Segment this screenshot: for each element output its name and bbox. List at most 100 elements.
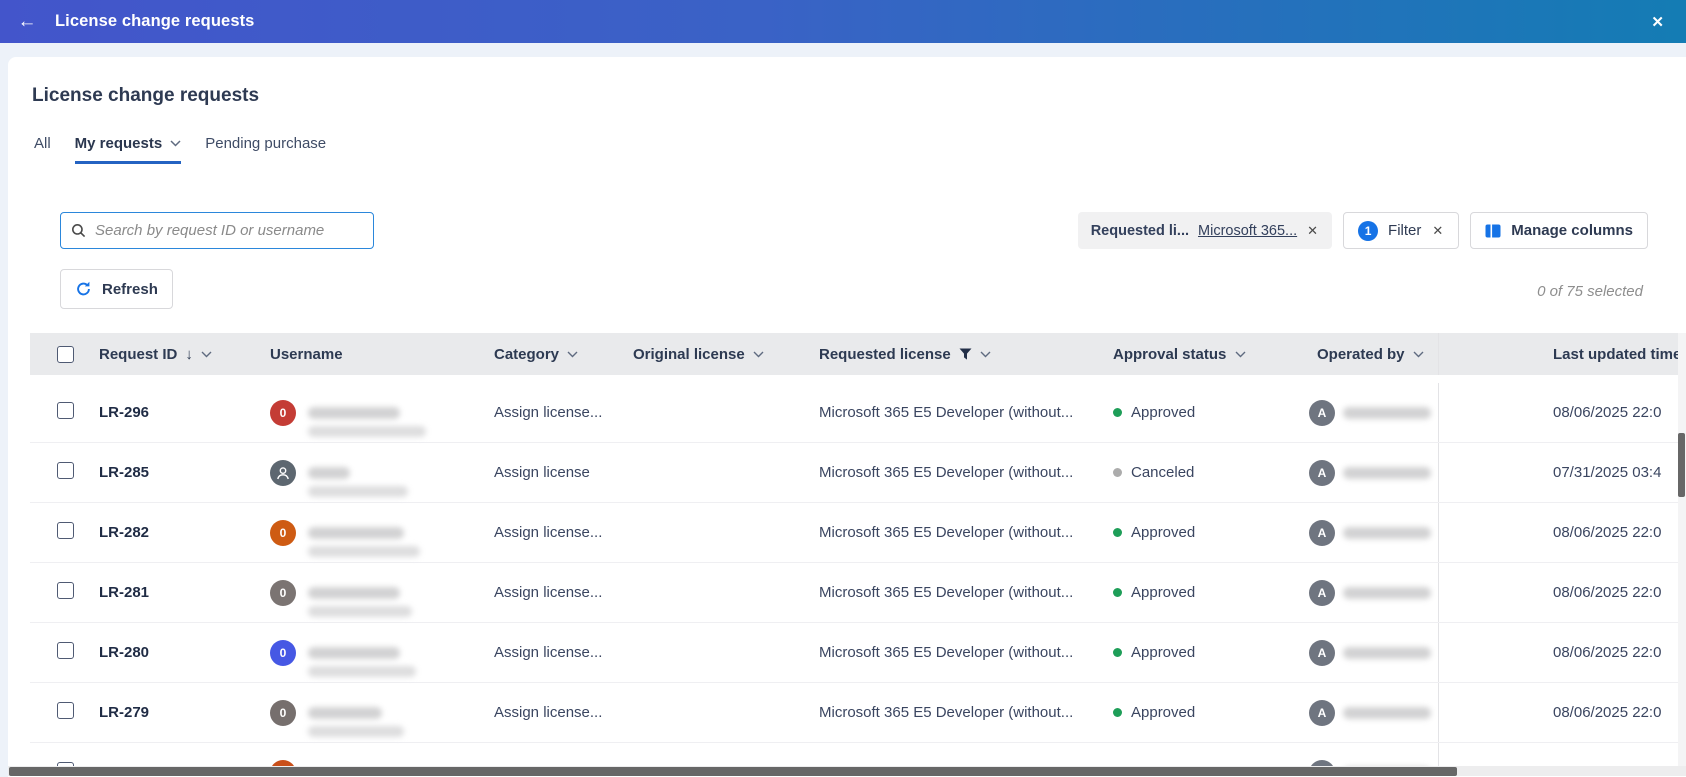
chevron-down-icon[interactable] xyxy=(201,351,212,358)
column-header-requested-license[interactable]: Requested license xyxy=(812,346,1105,363)
request-id-link[interactable]: LR-281 xyxy=(99,584,149,601)
chevron-down-icon[interactable] xyxy=(567,351,578,358)
username-cell: 0 xyxy=(248,638,484,668)
tab-bar: All My requests Pending purchase xyxy=(34,135,326,164)
request-id-link[interactable]: LR-280 xyxy=(99,644,149,661)
redacted-operator xyxy=(1343,647,1431,659)
row-checkbox[interactable] xyxy=(57,462,74,479)
tab-pending-purchase[interactable]: Pending purchase xyxy=(205,135,326,164)
clear-filters-icon[interactable]: ✕ xyxy=(1431,223,1444,239)
table-row[interactable]: LR-280 0 Assign license... Microsoft 365… xyxy=(30,623,1686,683)
redacted-operator xyxy=(1343,467,1431,479)
category-cell: Assign license... xyxy=(484,404,624,421)
redacted-username xyxy=(308,647,416,677)
operated-by-cell: A xyxy=(1307,700,1438,726)
chevron-down-icon[interactable] xyxy=(753,351,764,358)
user-avatar: 0 xyxy=(270,520,296,546)
requested-license-cell: Microsoft 365 E5 Developer (without... xyxy=(812,644,1105,661)
vertical-scrollbar-track xyxy=(1678,333,1686,766)
column-header-request-id[interactable]: Request ID ↓ xyxy=(88,346,248,363)
user-avatar: 0 xyxy=(270,580,296,606)
status-label: Approved xyxy=(1131,644,1195,661)
last-updated-cell: 08/06/2025 22:0 xyxy=(1438,563,1686,622)
user-avatar xyxy=(270,460,296,486)
approval-status-cell: Approved xyxy=(1105,404,1307,421)
approval-status-cell: Approved xyxy=(1105,584,1307,601)
request-id-link[interactable]: LR-296 xyxy=(99,404,149,421)
redacted-operator xyxy=(1343,707,1431,719)
table-row[interactable]: LR-296 0 Assign license... Microsoft 365… xyxy=(30,383,1686,443)
table-row[interactable]: LR-282 0 Assign license... Microsoft 365… xyxy=(30,503,1686,563)
chevron-down-icon[interactable] xyxy=(1413,351,1424,358)
redacted-operator xyxy=(1343,587,1431,599)
column-header-category[interactable]: Category xyxy=(484,346,624,363)
window-title: License change requests xyxy=(55,12,254,31)
filter-button-label: Filter xyxy=(1388,222,1421,239)
category-cell: Assign license... xyxy=(484,644,624,661)
chevron-down-icon[interactable] xyxy=(980,351,991,358)
close-icon[interactable]: ✕ xyxy=(1651,13,1664,31)
redacted-username xyxy=(308,707,404,737)
row-checkbox[interactable] xyxy=(57,702,74,719)
request-id-link[interactable]: LR-285 xyxy=(99,464,149,481)
category-cell: Assign license... xyxy=(484,524,624,541)
user-avatar: 0 xyxy=(270,640,296,666)
back-icon[interactable]: ← xyxy=(12,7,42,37)
approval-status-cell: Approved xyxy=(1105,524,1307,541)
filter-chip-label: Requested li... xyxy=(1091,223,1189,239)
status-label: Canceled xyxy=(1131,464,1194,481)
username-cell: 0 xyxy=(248,518,484,548)
select-all-checkbox[interactable] xyxy=(57,346,74,363)
table-row[interactable]: LR-278 0 Assign license... Microsoft 365… xyxy=(30,743,1686,766)
request-id-link[interactable]: LR-279 xyxy=(99,704,149,721)
refresh-icon xyxy=(75,281,92,297)
status-label: Approved xyxy=(1131,704,1195,721)
search-input[interactable] xyxy=(95,222,363,239)
requested-license-cell: Microsoft 365 E5 Developer (without... xyxy=(812,464,1105,481)
column-header-operated-by[interactable]: Operated by xyxy=(1307,346,1438,363)
redacted-username xyxy=(308,407,426,437)
operator-avatar: A xyxy=(1309,640,1335,666)
column-header-approval-status[interactable]: Approval status xyxy=(1105,346,1307,363)
sort-descending-icon: ↓ xyxy=(185,346,193,363)
username-cell: 0 xyxy=(248,578,484,608)
requested-license-cell: Microsoft 365 E5 Developer (without... xyxy=(812,404,1105,421)
column-header-original-license[interactable]: Original license xyxy=(624,346,812,363)
operator-avatar: A xyxy=(1309,460,1335,486)
status-label: Approved xyxy=(1131,584,1195,601)
horizontal-scrollbar[interactable] xyxy=(9,767,1457,776)
chevron-down-icon[interactable] xyxy=(1235,351,1246,358)
remove-filter-icon[interactable]: ✕ xyxy=(1306,223,1319,239)
redacted-username xyxy=(308,587,412,617)
operated-by-cell: A xyxy=(1307,520,1438,546)
manage-columns-button[interactable]: Manage columns xyxy=(1470,212,1648,249)
request-id-link[interactable]: LR-282 xyxy=(99,524,149,541)
operator-avatar: A xyxy=(1309,580,1335,606)
last-updated-cell: 08/06/2025 22:0 xyxy=(1438,503,1686,562)
row-checkbox[interactable] xyxy=(57,642,74,659)
refresh-button[interactable]: Refresh xyxy=(60,269,173,309)
row-checkbox[interactable] xyxy=(57,582,74,599)
tab-all[interactable]: All xyxy=(34,135,51,164)
table-row[interactable]: LR-279 0 Assign license... Microsoft 365… xyxy=(30,683,1686,743)
status-dot xyxy=(1113,468,1122,477)
category-cell: Assign license xyxy=(484,464,624,481)
status-label: Approved xyxy=(1131,404,1195,421)
column-header-last-updated[interactable]: Last updated time xyxy=(1438,333,1686,375)
requested-license-cell: Microsoft 365 E5 Developer (without... xyxy=(812,584,1105,601)
tab-my-requests[interactable]: My requests xyxy=(75,135,182,164)
filter-button[interactable]: 1 Filter ✕ xyxy=(1343,212,1459,249)
operator-avatar: A xyxy=(1309,400,1335,426)
table-row[interactable]: LR-281 0 Assign license... Microsoft 365… xyxy=(30,563,1686,623)
column-header-username[interactable]: Username xyxy=(248,346,484,363)
user-avatar: 0 xyxy=(270,400,296,426)
operator-avatar: A xyxy=(1309,520,1335,546)
search-box xyxy=(60,212,374,249)
row-checkbox[interactable] xyxy=(57,402,74,419)
row-checkbox[interactable] xyxy=(57,522,74,539)
filter-chip-value-link[interactable]: Microsoft 365... xyxy=(1198,223,1297,239)
operated-by-cell: A xyxy=(1307,580,1438,606)
vertical-scrollbar[interactable] xyxy=(1678,433,1685,497)
category-cell: Assign license... xyxy=(484,704,624,721)
table-row[interactable]: LR-285 Assign license Microsoft 365 E5 D… xyxy=(30,443,1686,503)
